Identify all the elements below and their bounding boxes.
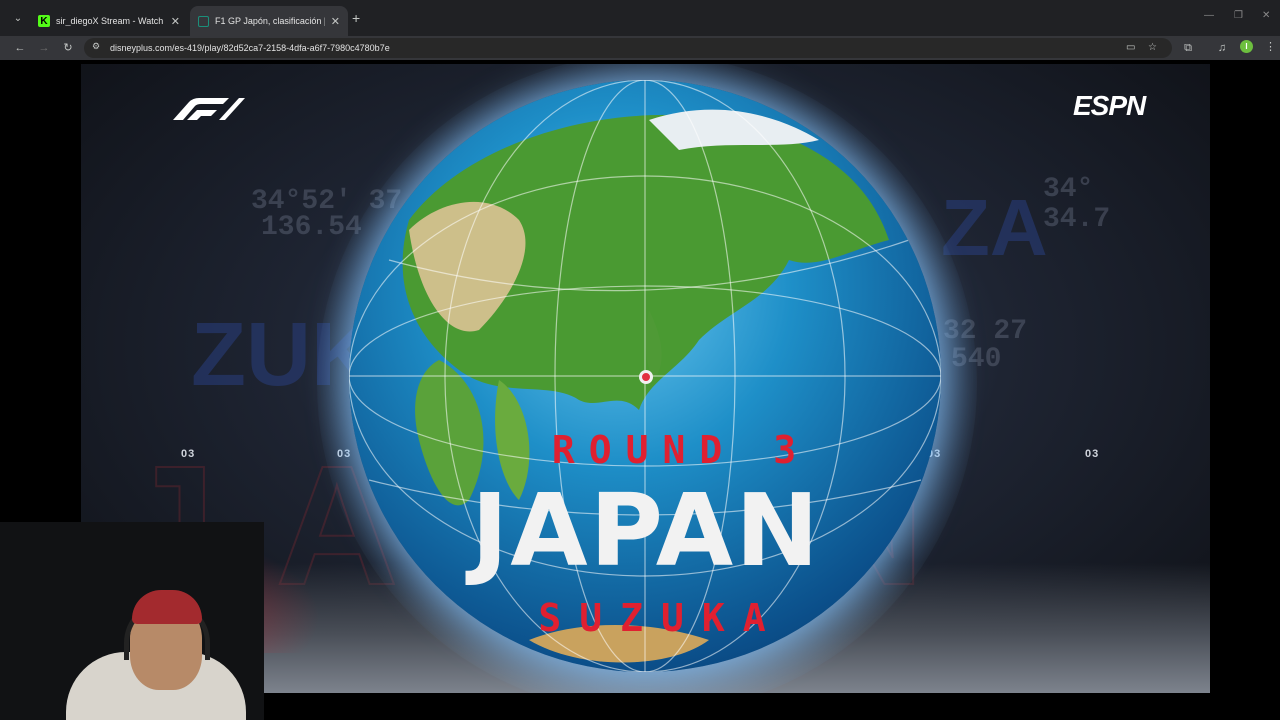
new-tab-button[interactable]: + — [352, 10, 360, 26]
streamer-cap — [132, 590, 202, 624]
bg-number: 34.7 — [1043, 204, 1111, 235]
close-window-icon[interactable]: ✕ — [1262, 10, 1270, 21]
webcam-overlay — [0, 522, 264, 720]
address-bar[interactable]: ⚙ disneyplus.com/es-419/play/82d52ca7-21… — [84, 38, 1172, 58]
cast-icon[interactable]: ▭ — [1126, 42, 1135, 53]
location-marker — [639, 370, 653, 384]
country-title: JAPAN — [471, 472, 821, 589]
profile-avatar[interactable]: I — [1240, 40, 1253, 53]
f1-logo — [167, 96, 245, 125]
minimize-icon[interactable]: — — [1204, 10, 1214, 21]
media-control-icon[interactable]: ♫ — [1214, 40, 1230, 56]
forward-icon[interactable]: → — [36, 40, 52, 56]
bookmark-star-icon[interactable]: ☆ — [1148, 42, 1157, 53]
site-info-icon[interactable]: ⚙ — [92, 41, 100, 52]
round-title: ROUND 3 — [551, 428, 811, 472]
bg-coordinate: 136.54 — [261, 212, 362, 243]
back-icon[interactable]: ← — [12, 40, 28, 56]
browser-toolbar: ← → ↻ ⚙ disneyplus.com/es-419/play/82d52… — [0, 36, 1280, 60]
tab-search-icon[interactable]: ⌄ — [8, 9, 28, 29]
tab-kick-stream[interactable]: K sir_diegoX Stream - Watch Live ✕ — [30, 6, 188, 36]
close-icon[interactable]: ✕ — [171, 15, 180, 28]
bg-word-right: ZA — [941, 183, 1048, 272]
tab-title: F1 GP Japón, clasificación | Cor — [215, 16, 325, 26]
kick-icon: K — [38, 15, 50, 27]
tab-strip: ⌄ K sir_diegoX Stream - Watch Live ✕ F1 … — [0, 0, 1280, 36]
espn-logo: ESPN — [1073, 90, 1146, 121]
extensions-icon[interactable]: ⧉ — [1180, 40, 1196, 56]
url-text[interactable]: disneyplus.com/es-419/play/82d52ca7-2158… — [110, 43, 390, 53]
tab-disney-f1[interactable]: F1 GP Japón, clasificación | Cor ✕ — [190, 6, 348, 36]
close-icon[interactable]: ✕ — [331, 15, 340, 28]
tab-title: sir_diegoX Stream - Watch Live — [56, 16, 165, 26]
circuit-title: SUZUKA — [538, 596, 784, 640]
disney-icon — [198, 15, 209, 27]
restore-icon[interactable]: ❐ — [1234, 10, 1243, 21]
round-number: 03 — [181, 448, 196, 460]
reload-icon[interactable]: ↻ — [60, 40, 76, 56]
menu-kebab-icon[interactable]: ⋮ — [1265, 40, 1276, 53]
round-number: 03 — [1085, 448, 1100, 460]
bg-number: 34° — [1043, 174, 1094, 205]
